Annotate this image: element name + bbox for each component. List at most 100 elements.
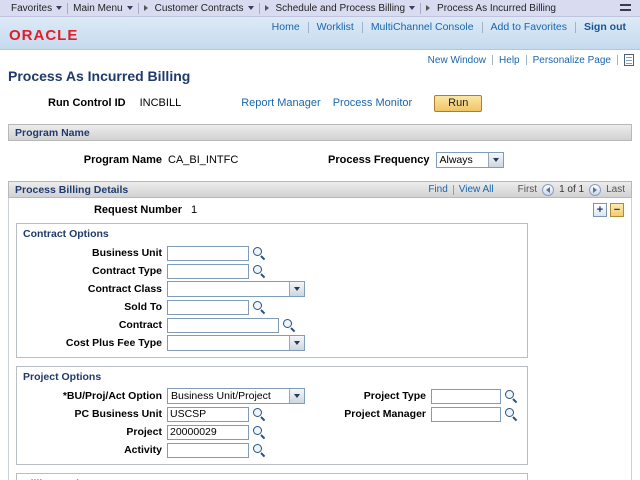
- program-name-section-bar: Program Name: [8, 124, 632, 141]
- help-link[interactable]: Help: [493, 55, 526, 66]
- delete-row-button[interactable]: −: [610, 203, 624, 217]
- breadcrumb-label: Favorites: [11, 3, 52, 14]
- field-row: Contract Type: [21, 263, 523, 279]
- header-link-home[interactable]: Home: [264, 21, 308, 33]
- run-control-id-value: INCBILL: [140, 97, 182, 109]
- groupbox-title: Project Options: [21, 369, 523, 386]
- breadcrumb-label: Schedule and Process Billing: [276, 3, 406, 14]
- contract-lookup-icon[interactable]: [283, 319, 296, 332]
- program-name-row: Program Name CA_BI_INTFC Process Frequen…: [0, 151, 640, 169]
- find-link[interactable]: Find: [428, 184, 447, 195]
- pc-business-unit-lookup-icon[interactable]: [253, 408, 266, 421]
- breadcrumb-label: Main Menu: [73, 3, 122, 14]
- project-label: Project: [21, 426, 167, 438]
- bu-proj-act-option-label: *BU/Proj/Act Option: [21, 390, 167, 402]
- header-link-worklist[interactable]: Worklist: [309, 21, 362, 33]
- project-options-groupbox: Project Options *BU/Proj/Act Option Busi…: [16, 366, 528, 465]
- personalize-page-link[interactable]: Personalize Page: [527, 55, 617, 66]
- dropdown-arrow-icon: [289, 389, 304, 403]
- sold-to-lookup-icon[interactable]: [253, 301, 266, 314]
- arrow-left-icon: [546, 187, 550, 193]
- activity-input[interactable]: [167, 443, 249, 458]
- business-unit-lookup-icon[interactable]: [253, 247, 266, 260]
- run-button[interactable]: Run: [434, 95, 482, 112]
- breadcrumb-label: Process As Incurred Billing: [437, 3, 556, 14]
- program-name-label: Program Name: [0, 154, 162, 166]
- breadcrumb: Favorites Main Menu Customer Contracts S…: [0, 0, 640, 17]
- breadcrumb-item-favorites[interactable]: Favorites: [6, 3, 67, 14]
- breadcrumb-item-process-as-incurred-billing[interactable]: Process As Incurred Billing: [432, 3, 561, 14]
- sold-to-label: Sold To: [21, 301, 167, 313]
- business-unit-label: Business Unit: [21, 247, 167, 259]
- breadcrumb-separator-icon: [144, 5, 148, 11]
- sold-to-input[interactable]: [167, 300, 249, 315]
- copy-url-icon[interactable]: [624, 54, 634, 66]
- process-billing-details-section-bar: Process Billing Details Find View All Fi…: [8, 181, 632, 198]
- project-manager-lookup-icon[interactable]: [505, 408, 518, 421]
- project-manager-input[interactable]: [431, 407, 501, 422]
- next-row-button[interactable]: [589, 184, 601, 196]
- project-lookup-icon[interactable]: [253, 426, 266, 439]
- section-title: Program Name: [15, 127, 90, 139]
- page-utility-bar: New Window Help Personalize Page: [0, 50, 640, 67]
- sign-out-link[interactable]: Sign out: [576, 21, 634, 33]
- contract-class-select[interactable]: [167, 281, 305, 297]
- contract-type-input[interactable]: [167, 264, 249, 279]
- project-type-label: Project Type: [321, 390, 431, 402]
- row-action-buttons: + −: [593, 203, 624, 217]
- contract-label: Contract: [21, 319, 167, 331]
- run-control-row: Run Control ID INCBILL Report Manager Pr…: [48, 94, 640, 112]
- breadcrumb-label: Customer Contracts: [155, 3, 244, 14]
- chevron-down-icon: [56, 6, 62, 10]
- breadcrumb-divider: [259, 3, 260, 14]
- business-unit-input[interactable]: [167, 246, 249, 261]
- process-monitor-link[interactable]: Process Monitor: [333, 97, 412, 109]
- new-window-link[interactable]: New Window: [422, 55, 492, 66]
- groupbox-title: Billing Options: [21, 476, 523, 480]
- breadcrumb-separator-icon: [426, 5, 430, 11]
- cost-plus-fee-type-select[interactable]: [167, 335, 305, 351]
- run-control-id-label: Run Control ID: [48, 97, 126, 109]
- dropdown-arrow-icon: [488, 153, 503, 167]
- request-number-label: Request Number: [14, 204, 182, 216]
- bu-proj-act-option-select[interactable]: Business Unit/Project: [167, 388, 305, 404]
- add-row-button[interactable]: +: [593, 203, 607, 217]
- previous-row-button[interactable]: [542, 184, 554, 196]
- first-label[interactable]: First: [518, 184, 537, 195]
- project-input[interactable]: [167, 425, 249, 440]
- breadcrumb-item-schedule-and-process-billing[interactable]: Schedule and Process Billing: [271, 3, 421, 14]
- groupbox-title: Contract Options: [21, 226, 523, 243]
- activity-lookup-icon[interactable]: [253, 444, 266, 457]
- contract-class-label: Contract Class: [21, 283, 167, 295]
- section-title: Process Billing Details: [15, 184, 128, 196]
- process-billing-details-body: Request Number 1 + − Contract Options Bu…: [8, 198, 632, 480]
- contract-type-lookup-icon[interactable]: [253, 265, 266, 278]
- breadcrumb-separator-icon: [265, 5, 269, 11]
- header-link-add-to-favorites[interactable]: Add to Favorites: [483, 21, 575, 33]
- last-label[interactable]: Last: [606, 184, 625, 195]
- contract-type-label: Contract Type: [21, 265, 167, 277]
- breadcrumb-item-main-menu[interactable]: Main Menu: [68, 3, 137, 14]
- bu-proj-act-option-value: Business Unit/Project: [168, 389, 289, 403]
- chevron-down-icon: [409, 6, 415, 10]
- page-title: Process As Incurred Billing: [8, 68, 640, 84]
- field-row: Contract Class: [21, 281, 523, 297]
- project-type-lookup-icon[interactable]: [505, 390, 518, 403]
- contract-options-groupbox: Contract Options Business Unit Contract …: [16, 223, 528, 358]
- field-row: Cost Plus Fee Type: [21, 335, 523, 351]
- report-manager-link[interactable]: Report Manager: [241, 97, 321, 109]
- cost-plus-fee-type-label: Cost Plus Fee Type: [21, 337, 167, 349]
- app-header: ORACLE Home Worklist MultiChannel Consol…: [0, 17, 640, 50]
- contract-input[interactable]: [167, 318, 279, 333]
- pc-business-unit-input[interactable]: [167, 407, 249, 422]
- menu-icon[interactable]: [620, 4, 631, 12]
- breadcrumb-divider: [420, 3, 421, 14]
- project-type-input[interactable]: [431, 389, 501, 404]
- process-frequency-select[interactable]: Always: [436, 152, 504, 168]
- dropdown-arrow-icon: [289, 336, 304, 350]
- header-link-multichannel-console[interactable]: MultiChannel Console: [363, 21, 482, 33]
- grid-navigation: Find View All First 1 of 1 Last: [428, 184, 625, 196]
- view-all-link[interactable]: View All: [459, 184, 494, 195]
- breadcrumb-item-customer-contracts[interactable]: Customer Contracts: [150, 3, 259, 14]
- row-position: 1 of 1: [559, 184, 584, 195]
